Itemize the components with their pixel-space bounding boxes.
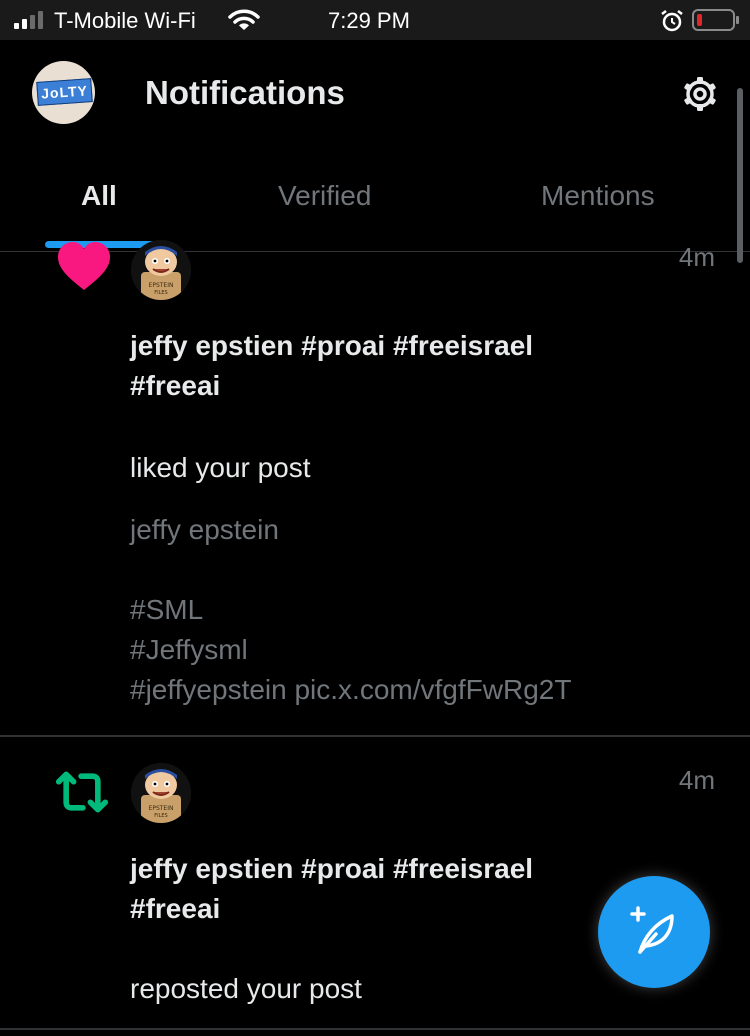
gear-icon[interactable] xyxy=(680,74,720,114)
wifi-icon xyxy=(228,9,260,30)
page-title: Notifications xyxy=(145,74,345,111)
action-text: reposted your post xyxy=(130,973,362,1004)
notification-time: 4m xyxy=(678,242,715,272)
avatar-logo-text: JoLTY xyxy=(36,78,93,106)
carrier-name: T-Mobile Wi-Fi xyxy=(54,8,196,33)
actor-name[interactable]: jeffy epstien #proai #freeisrael #freeai xyxy=(130,326,610,406)
battery-low-icon xyxy=(692,9,739,31)
notification-like[interactable]: EPSTEIN FILES 4m jeffy epstien #proai #f… xyxy=(0,240,750,736)
post-preview[interactable]: jeffy epstein #SML #Jeffysml #jeffyepste… xyxy=(130,510,571,710)
post-preview-line: #SML xyxy=(130,594,204,625)
svg-text:EPSTEIN: EPSTEIN xyxy=(149,282,174,289)
compose-post-icon xyxy=(630,906,674,954)
status-bar: T-Mobile Wi-Fi 7:29 PM xyxy=(0,0,750,40)
puppet-avatar-icon: EPSTEIN FILES xyxy=(131,240,191,300)
cellular-signal-icon xyxy=(14,11,43,29)
notification-divider xyxy=(0,1028,750,1030)
heart-icon xyxy=(58,242,110,290)
post-preview-line: jeffy epstein xyxy=(130,514,279,545)
tab-verified[interactable]: Verified xyxy=(278,180,371,212)
repost-icon xyxy=(55,771,109,813)
tab-mentions[interactable]: Mentions xyxy=(541,180,655,212)
notification-time: 4m xyxy=(678,765,715,795)
tab-all[interactable]: All xyxy=(81,180,117,212)
svg-text:FILES: FILES xyxy=(154,290,167,296)
post-preview-line: #Jeffysml xyxy=(130,634,248,665)
svg-text:FILES: FILES xyxy=(154,813,167,819)
post-preview-line: #jeffyepstein pic.x.com/vfgfFwRg2T xyxy=(130,674,572,705)
alarm-clock-icon xyxy=(661,10,683,32)
svg-text:EPSTEIN: EPSTEIN xyxy=(149,805,174,812)
notification-tabs: All Verified Mentions xyxy=(0,156,750,252)
actor-avatar[interactable]: EPSTEIN FILES xyxy=(131,763,191,823)
compose-post-button[interactable] xyxy=(598,876,710,988)
profile-avatar[interactable]: JoLTY xyxy=(32,61,95,124)
status-time: 7:29 PM xyxy=(328,8,410,33)
post-preview-line xyxy=(130,550,571,590)
scrollbar[interactable] xyxy=(737,88,743,263)
actor-avatar[interactable]: EPSTEIN FILES xyxy=(131,240,191,300)
app-header: JoLTY Notifications All Verified Mention… xyxy=(0,40,750,263)
actor-name[interactable]: jeffy epstien #proai #freeisrael #freeai xyxy=(130,849,610,929)
puppet-avatar-icon: EPSTEIN FILES xyxy=(131,763,191,823)
action-text: liked your post xyxy=(130,452,311,483)
